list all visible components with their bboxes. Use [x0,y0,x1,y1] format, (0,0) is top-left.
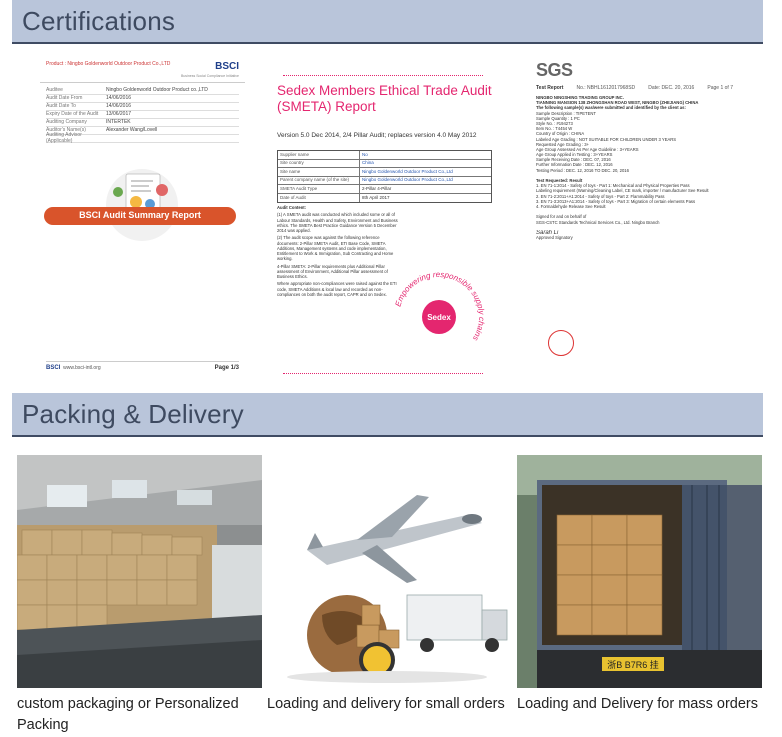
bsci-note [60,260,225,265]
sgs-logo: SGS [536,60,573,80]
airplane-truck-globe-image [267,455,512,688]
sedex-ring-icon: Empowering responsible supply chains Sed… [394,270,487,342]
certifications-title: Certifications [22,5,176,36]
bsci-row: Audit Date To 14/06/2016 [46,103,239,111]
sgs-report-no: No.: NBHL1612017968SD [576,85,636,91]
packing-header: Packing & Delivery [12,393,763,437]
bsci-row: Audit Date From 14/06/2016 [46,95,239,103]
truck-plate: 浙B B7R6 挂 [607,659,659,670]
bsci-product-label: Product : [46,61,67,67]
smeta-table: Supplier name No Site country China Site n… [277,150,492,203]
caption-custom-packaging: custom packaging or Personalized Packing [17,696,239,733]
bsci-header: Product : Ningbo Goldenworld Outdoor Pro… [40,55,245,83]
bsci-logo: BSCI [215,61,239,72]
certifications-header: Certifications [12,0,763,44]
smeta-version: Version 5.0 Dec 2014, 2/4 Pillar Audit; … [277,132,477,139]
sgs-stamp-icon [548,330,574,356]
smeta-body: Audit Content: (1) A SMETA audit was con… [277,205,398,297]
sgs-header: Test Report No.: NBHL1612017968SD Date: … [536,85,733,91]
bsci-row: Auditee Ningbo Goldenworld Outdoor Produc… [46,87,239,95]
bsci-page: Page 1/3 [214,364,239,371]
smeta-table-row: Date of Audit 8th April 2017 [278,193,491,202]
bsci-footer: BSCI www.bsci-intl.org Page 1/3 [46,360,239,373]
sgs-date: Date: DEC. 20, 2016 [648,85,695,91]
sedex-badge-text: Sedex [427,313,451,322]
warehouse-image [17,455,262,688]
smeta-table-row: Supplier name No [278,151,491,160]
smeta-table-row: Parent company name (of the site) Ningbo … [278,176,491,185]
container-truck-image: 浙B B7R6 挂 [517,455,762,688]
smeta-table-row: Site country China [278,159,491,168]
warehouse-photo[interactable] [17,455,262,688]
smeta-table-row: SMETA Audit Type 2-Pillar 4-Pillar [278,185,491,194]
bsci-certificate[interactable]: Product : Ningbo Goldenworld Outdoor Pro… [40,55,245,378]
bsci-rows: Auditee Ningbo Goldenworld Outdoor Produc… [40,83,245,147]
bsci-logo-sub: Business Social Compliance Initiative [181,73,239,78]
smeta-top-dotline [283,75,483,76]
smeta-table-row: Site name Ningbo Goldenworld Outdoor Prod… [278,168,491,177]
caption-small-orders: Loading and delivery for small orders [267,696,505,712]
bsci-footer-logo: BSCI [46,364,61,371]
bsci-row: Auditing Company INTERTEK [46,119,239,127]
bsci-row: Auditing Advisor (Applicable) [46,132,239,144]
smeta-report[interactable]: Sedex Members Ethical Trade Audit (SMETA… [263,55,503,378]
bsci-footer-site: www.bsci-intl.org [63,364,101,371]
sgs-page: Page 1 of 7 [707,85,733,91]
sgs-body: NINGBO NINGSHING TRADING GROUP INC. TIAN… [536,95,709,241]
bsci-report-banner: BSCI Audit Summary Report [44,207,236,225]
air-truck-delivery-photo[interactable] [267,455,512,688]
smeta-title: Sedex Members Ethical Trade Audit (SMETA… [277,83,492,115]
caption-mass-orders: Loading and Delivery for mass orders [517,696,758,712]
bsci-company: Ningbo Goldenworld Outdoor Product Co.,L… [67,61,171,67]
container-loading-photo[interactable]: 浙B B7R6 挂 [517,455,762,688]
packing-title: Packing & Delivery [22,398,244,429]
bsci-row: Expiry Date of the Audit 13/06/2017 [46,111,239,119]
sgs-report-title: Test Report [536,85,564,91]
sgs-test-report[interactable]: SGS Test Report No.: NBHL1612017968SD Da… [526,55,741,378]
smeta-bottom-dotline [283,373,483,374]
